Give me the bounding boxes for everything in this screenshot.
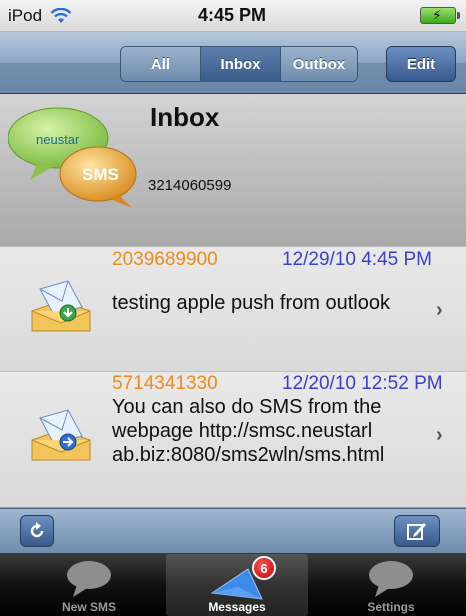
message-sender: 5714341330 (112, 373, 218, 394)
tab-settings[interactable]: Settings (316, 554, 466, 616)
speech-bubble-icon (67, 561, 111, 597)
message-body: testing apple push from outlook (112, 292, 390, 314)
segment-inbox[interactable]: Inbox (201, 47, 281, 81)
message-body: You can also do SMS from the webpage htt… (112, 396, 385, 466)
bottom-toolbar (0, 508, 466, 554)
status-bar: iPod 4:45 PM ⚡ (0, 0, 466, 32)
carrier-label: iPod (8, 5, 43, 25)
envelope-received-icon (31, 280, 91, 332)
neustar-sms-logo: neustar SMS (8, 107, 137, 208)
tab-label: New SMS (61, 600, 116, 614)
account-phone-number: 3214060599 (148, 177, 232, 194)
unread-count-badge: 6 (252, 556, 276, 580)
tab-bar: New SMS 6 Messages Settings (0, 554, 466, 616)
tab-label: Settings (367, 600, 415, 614)
inbox-header: neustar SMS Inbox 3214060599 (0, 94, 466, 246)
message-date: 12/29/10 4:45 PM (282, 249, 432, 270)
compose-icon (407, 523, 426, 540)
tab-label: Messages (208, 600, 266, 614)
edit-button[interactable]: Edit (386, 46, 456, 82)
message-row[interactable]: 2039689900 12/29/10 4:45 PM testing appl… (0, 246, 466, 371)
logo-text-top: neustar (36, 132, 80, 147)
compose-button[interactable] (394, 515, 440, 547)
tab-new-sms[interactable]: New SMS (14, 554, 164, 616)
message-date: 12/20/10 12:52 PM (282, 373, 443, 394)
segment-outbox[interactable]: Outbox (281, 47, 357, 81)
message-sender: 2039689900 (112, 249, 218, 270)
chevron-right-icon: › (436, 299, 443, 321)
segment-all[interactable]: All (121, 47, 201, 81)
logo-text-bottom: SMS (82, 165, 119, 184)
chevron-right-icon: › (436, 424, 443, 446)
tab-messages[interactable]: 6 Messages (166, 554, 308, 616)
refresh-icon (30, 522, 44, 538)
page-title: Inbox (150, 102, 220, 132)
refresh-button[interactable] (20, 515, 54, 547)
envelope-sent-icon (31, 409, 91, 461)
message-list: 2039689900 12/29/10 4:45 PM testing appl… (0, 246, 466, 508)
mailbox-segmented-control: All Inbox Outbox (120, 46, 358, 82)
battery-charging-icon: ⚡ (420, 7, 460, 24)
wifi-icon (50, 7, 72, 23)
speech-bubble-icon (369, 561, 413, 597)
clock: 4:45 PM (197, 5, 267, 25)
navigation-bar: All Inbox Outbox Edit (0, 32, 466, 94)
message-row[interactable]: 5714341330 12/20/10 12:52 PM You can als… (0, 371, 466, 508)
